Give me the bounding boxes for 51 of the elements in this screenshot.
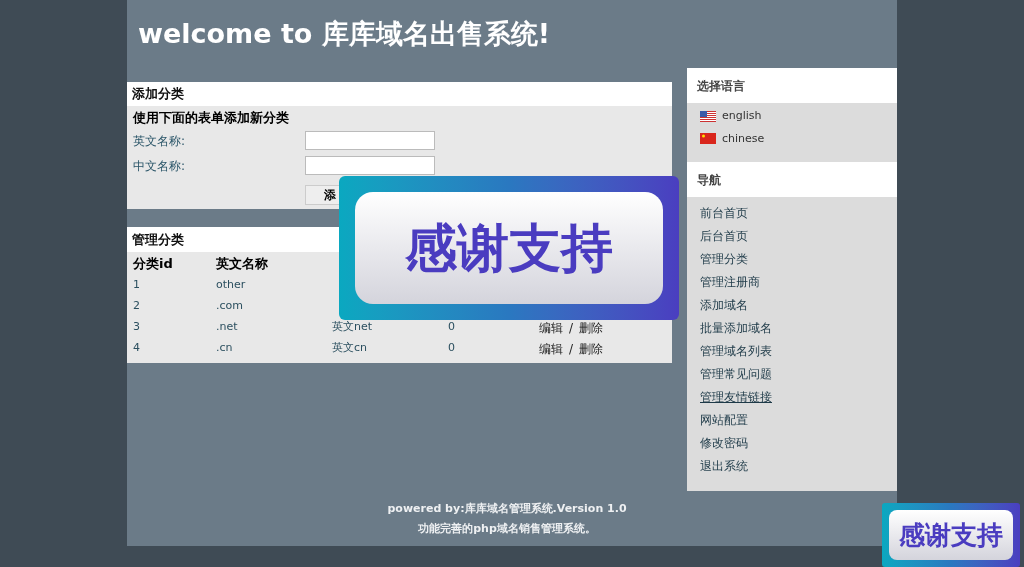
banner-text: 感谢支持 [889,510,1013,560]
form-instructions: 使用下面的表单添加新分类 [131,109,290,127]
table-cell-text: 0 [448,340,456,357]
nav-link[interactable]: 后台首页 [700,224,884,247]
language-link[interactable]: english [722,108,762,125]
table-cell-text: other [216,277,247,294]
nav-link[interactable]: 管理注册商 [700,270,884,293]
nav-link[interactable]: 管理友情链接 [700,385,884,408]
edit-link[interactable]: 编辑 [539,318,563,337]
thanks-popup-dialog[interactable]: 感谢支持 [339,176,679,320]
column-header: 分类id [133,254,174,273]
edit-link[interactable]: 编辑 [539,339,563,358]
table-cell-text: 英文net [332,319,374,336]
nav-link[interactable]: 修改密码 [700,431,884,454]
language-link[interactable]: chinese [722,130,765,147]
nav-link[interactable]: 网站配置 [700,408,884,431]
nav-link[interactable]: 添加域名 [700,293,884,316]
table-cell-text: 4 [133,340,141,357]
table-cell-text: 1 [133,277,141,294]
field-label: 英文名称: [133,132,187,150]
table-cell-text: 0 [448,319,456,336]
nav-link[interactable]: 管理域名列表 [700,339,884,362]
column-header: 英文名称 [216,254,269,273]
separator-text: / [569,340,574,358]
table-cell-text: .com [216,298,244,315]
nav-link[interactable]: 管理常见问题 [700,362,884,385]
banner-text: 感谢支持 [355,192,663,304]
sidebar-title: 导航 [687,162,897,197]
table-cell-text: .net [216,319,239,336]
delete-link[interactable]: 删除 [579,318,604,337]
nav-link[interactable]: 退出系统 [700,454,884,477]
nav-link[interactable]: 管理分类 [700,247,884,270]
nav-link[interactable]: 批量添加域名 [700,316,884,339]
text-field[interactable] [305,131,435,150]
footer-text: 功能完善的php域名销售管理系统。 [418,520,596,537]
thanks-popup-dialog[interactable]: 感谢支持 [882,503,1020,567]
footer-text: powered by:库库域名管理系统.Version 1.0 [387,501,627,517]
separator-text: / [569,319,574,337]
table-cell-text: 2 [133,298,141,315]
table-cell-text: 3 [133,319,141,336]
us-flag-icon [700,110,716,122]
table-cell-text: 英文cn [332,340,369,357]
section-title: 添加分类 [127,82,672,106]
site-title: welcome to 库库域名出售系统! [138,16,551,51]
china-flag-icon [700,133,716,145]
delete-link[interactable]: 删除 [579,339,604,358]
nav-link[interactable]: 前台首页 [700,201,884,224]
field-label: 中文名称: [133,157,187,175]
sidebar-title: 选择语言 [687,68,897,103]
table-cell-text: .cn [216,340,234,357]
text-field[interactable] [305,156,435,175]
